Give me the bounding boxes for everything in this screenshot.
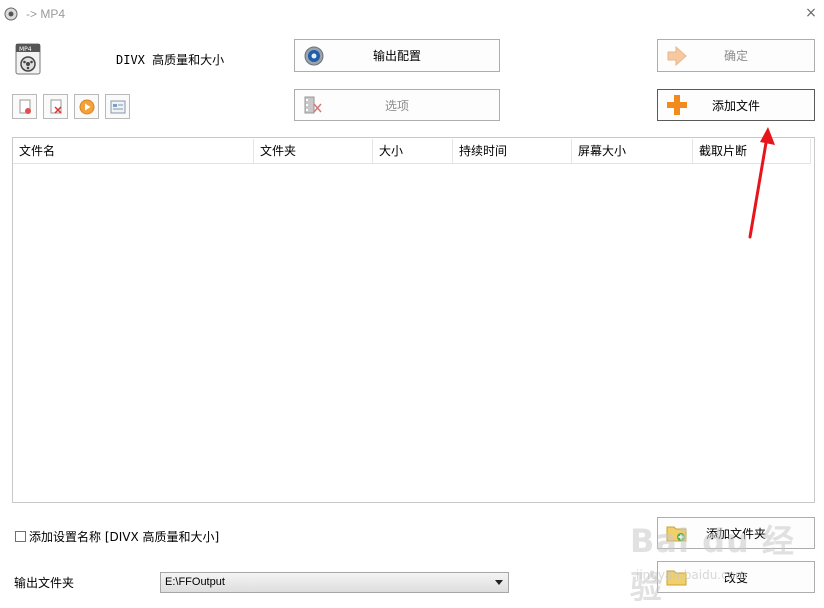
ok-label: 确定 [723, 49, 748, 63]
media-info-button[interactable] [105, 94, 130, 119]
change-button[interactable]: 改变 [657, 561, 815, 593]
add-setting-name-label: 添加设置名称 [DIVX 高质量和大小] [29, 530, 220, 544]
output-config-label: 输出配置 [372, 49, 421, 63]
add-setting-name-row[interactable]: 添加设置名称 [DIVX 高质量和大小] [15, 528, 219, 545]
play-button[interactable] [74, 94, 99, 119]
close-icon[interactable]: × [803, 5, 819, 21]
column-header-filename[interactable]: 文件名 [13, 139, 254, 163]
remove-file-icon [19, 99, 31, 114]
column-header-size[interactable]: 大小 [373, 139, 453, 163]
gear-icon [304, 46, 324, 65]
svg-text:MP4: MP4 [19, 46, 32, 53]
film-scissors-icon [304, 96, 322, 114]
folder-add-icon [666, 526, 687, 542]
add-setting-name-checkbox[interactable] [15, 531, 26, 542]
arrow-right-icon [667, 45, 687, 66]
folder-icon [666, 570, 687, 586]
app-logo-icon [4, 7, 18, 21]
window-title: -> MP4 [26, 7, 66, 21]
preset-label: DIVX 高质量和大小 [116, 53, 225, 67]
media-info-icon [110, 100, 125, 113]
add-folder-label: 添加文件夹 [705, 526, 766, 541]
add-file-button[interactable]: 添加文件 [657, 89, 815, 121]
file-list-table[interactable]: 文件名 文件夹 大小 持续时间 屏幕大小 截取片断 [12, 137, 815, 503]
options-button[interactable]: 选项 [294, 89, 500, 121]
table-header: 文件名 文件夹 大小 持续时间 屏幕大小 截取片断 [13, 139, 811, 164]
add-folder-button[interactable]: 添加文件夹 [657, 517, 815, 549]
output-folder-value: E:\FFOutput [165, 576, 225, 588]
options-label: 选项 [384, 98, 409, 113]
output-folder-select[interactable]: E:\FFOutput [160, 572, 509, 593]
annotation-arrow-icon [748, 127, 775, 239]
remove-file-button[interactable] [12, 94, 37, 119]
output-config-button[interactable]: 输出配置 [294, 39, 500, 72]
title-bar: -> MP4 × [0, 0, 824, 28]
clear-list-icon [50, 99, 62, 114]
plus-icon [667, 95, 687, 115]
ok-button[interactable]: 确定 [657, 39, 815, 72]
chevron-down-icon[interactable] [495, 580, 503, 585]
add-file-label: 添加文件 [711, 98, 760, 113]
clear-list-button[interactable] [43, 94, 68, 119]
play-icon [79, 99, 94, 114]
column-header-folder[interactable]: 文件夹 [254, 139, 373, 163]
column-header-screen-size[interactable]: 屏幕大小 [572, 139, 693, 163]
column-header-duration[interactable]: 持续时间 [453, 139, 572, 163]
mp4-format-icon: MP4 [15, 43, 41, 75]
output-folder-label: 输出文件夹 [14, 576, 75, 590]
change-label: 改变 [723, 570, 748, 585]
